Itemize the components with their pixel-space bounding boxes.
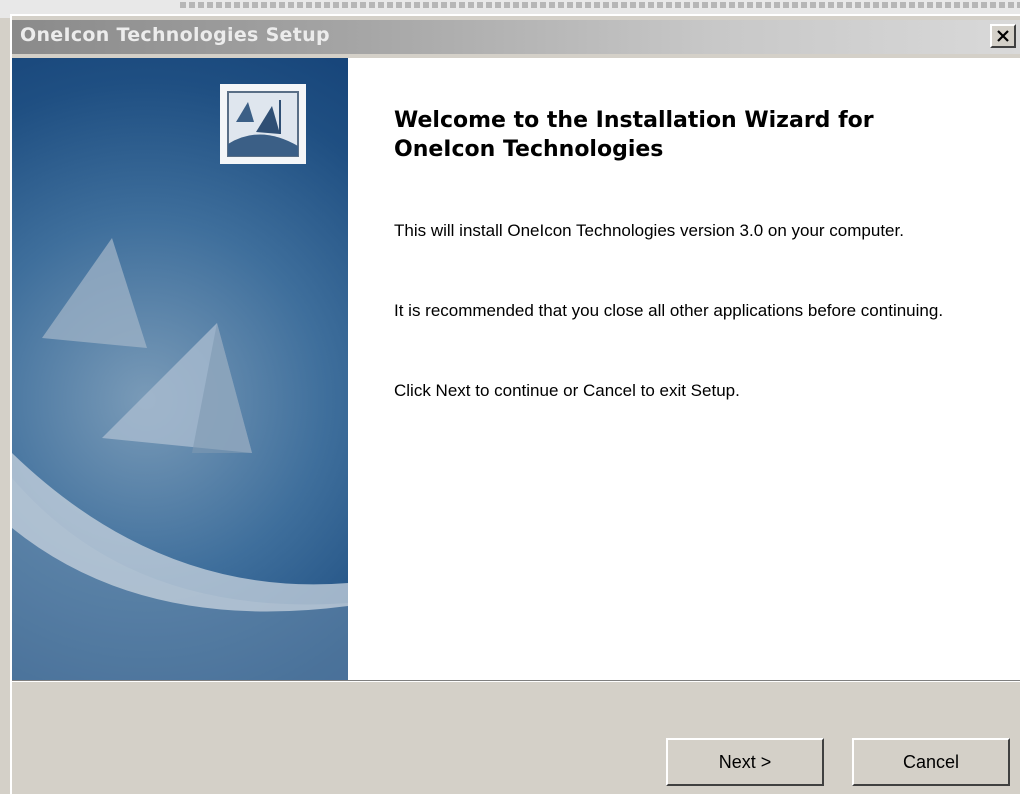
wizard-content: Welcome to the Installation Wizard for O… <box>348 58 1020 680</box>
close-icon <box>997 30 1009 42</box>
cancel-button[interactable]: Cancel <box>852 738 1010 786</box>
wizard-heading: Welcome to the Installation Wizard for O… <box>394 108 874 162</box>
next-button[interactable]: Next > <box>666 738 824 786</box>
setup-wizard-window: OneIcon Technologies Setup Welcome to th… <box>10 14 1020 794</box>
close-apps-recommendation: It is recommended that you close all oth… <box>394 301 944 320</box>
footer-separator <box>12 680 1020 682</box>
setup-logo <box>220 84 306 164</box>
background-text-fragment <box>180 2 1020 8</box>
close-button[interactable] <box>990 24 1016 48</box>
continue-instruction: Click Next to continue or Cancel to exit… <box>394 381 740 400</box>
title-bar[interactable]: OneIcon Technologies Setup <box>12 20 1020 54</box>
install-description: This will install OneIcon Technologies v… <box>394 221 904 240</box>
wizard-side-banner <box>12 58 348 680</box>
window-title: OneIcon Technologies Setup <box>20 24 330 46</box>
setup-logo-icon <box>227 91 299 157</box>
